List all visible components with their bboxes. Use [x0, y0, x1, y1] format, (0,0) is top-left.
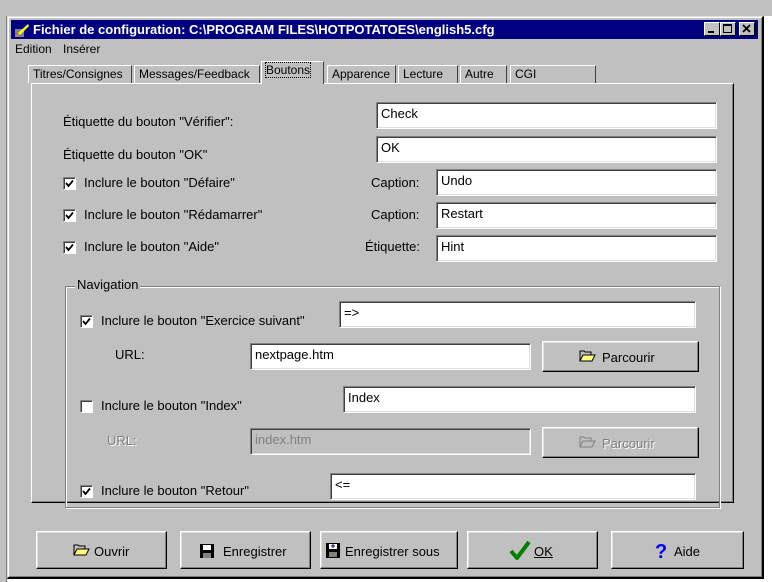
restart-caption-label: Caption: [371, 207, 420, 222]
restart-checkbox[interactable] [63, 209, 76, 222]
minimize-button[interactable] [704, 22, 720, 36]
svg-text:?: ? [655, 541, 667, 561]
restart-checkbox-label: Inclure le bouton "Rédamarrer" [84, 207, 263, 222]
index-url-label: URL: [107, 433, 137, 448]
next-url-label: URL: [115, 347, 145, 362]
checkmark-icon [65, 243, 74, 252]
save-button[interactable]: Enregistrer [180, 531, 311, 569]
next-exercise-caption-input[interactable]: => [339, 301, 696, 328]
question-mark-icon: ? [655, 541, 667, 561]
help-button[interactable]: ? Aide [611, 531, 744, 569]
floppy-disk-icon [200, 544, 214, 558]
hint-checkbox-label: Inclure le bouton "Aide" [84, 239, 219, 254]
next-exercise-checkbox-label: Inclure le bouton "Exercice suivant" [101, 313, 305, 328]
hint-caption-input[interactable]: Hint [436, 235, 717, 262]
menu-edition[interactable]: Edition [15, 42, 52, 56]
tab-messages-feedback[interactable]: Messages/Feedback [134, 65, 260, 83]
undo-checkbox-label: Inclure le bouton "Défaire" [84, 175, 235, 190]
tab-cgi[interactable]: CGI [510, 65, 596, 83]
save-as-button[interactable]: Enregistrer sous [320, 531, 458, 569]
checkmark-icon [82, 317, 91, 326]
ok-button-input[interactable]: OK [376, 136, 717, 163]
title-bar: Fichier de configuration: C:\PROGRAM FIL… [11, 20, 758, 39]
ok-button[interactable]: OK [467, 531, 598, 569]
browse-next-button[interactable]: Parcourir [542, 341, 699, 372]
close-button[interactable] [739, 22, 755, 36]
restart-caption-input[interactable]: Restart [436, 202, 717, 229]
back-checkbox[interactable] [80, 485, 93, 498]
index-checkbox-label: Inclure le bouton "Index" [101, 398, 242, 413]
green-checkmark-icon [509, 540, 531, 560]
hint-checkbox[interactable] [63, 241, 76, 254]
index-checkbox[interactable] [80, 400, 93, 413]
tab-lecture[interactable]: Lecture [398, 65, 458, 83]
folder-open-icon [73, 544, 90, 556]
index-url-input[interactable]: index.htm [250, 428, 531, 455]
check-button-input[interactable]: Check [376, 102, 717, 129]
checkmark-icon [65, 179, 74, 188]
checkmark-icon [65, 211, 74, 220]
back-caption-input[interactable]: <= [330, 473, 696, 500]
navigation-groupbox-title: Navigation [75, 277, 141, 292]
hint-caption-label: Étiquette: [365, 239, 420, 254]
tab-autre[interactable]: Autre [460, 65, 507, 83]
save-as-icon [326, 543, 340, 558]
open-button[interactable]: Ouvrir [36, 531, 167, 569]
undo-checkbox[interactable] [63, 177, 76, 190]
maximize-button[interactable] [720, 22, 736, 36]
close-icon [742, 24, 751, 33]
undo-caption-label: Caption: [371, 175, 420, 190]
next-exercise-checkbox[interactable] [80, 315, 93, 328]
tab-boutons[interactable]: Boutons [261, 61, 324, 84]
tab-titres-consignes[interactable]: Titres/Consignes [28, 65, 132, 83]
window-title: Fichier de configuration: C:\PROGRAM FIL… [33, 22, 495, 37]
background-left-edge [0, 16, 7, 582]
check-button-label: Étiquette du bouton "Vérifier": [63, 114, 234, 129]
undo-caption-input[interactable]: Undo [436, 169, 717, 196]
folder-open-icon [579, 436, 596, 448]
maximize-icon [723, 24, 732, 33]
browse-index-button[interactable]: Parcourir [542, 427, 699, 458]
tab-apparence[interactable]: Apparence [327, 65, 396, 83]
next-url-input[interactable]: nextpage.htm [250, 343, 531, 370]
background-taskbar [0, 0, 772, 16]
folder-open-icon [579, 350, 596, 362]
ok-button-label: Étiquette du bouton "OK" [63, 147, 208, 162]
hotpotatoes-app-icon [15, 24, 29, 37]
back-checkbox-label: Inclure le bouton "Retour" [101, 483, 249, 498]
index-caption-input[interactable]: Index [343, 386, 696, 413]
checkmark-icon [82, 487, 91, 496]
minimize-icon [708, 31, 714, 33]
menu-inserer[interactable]: Insérer [63, 42, 100, 56]
